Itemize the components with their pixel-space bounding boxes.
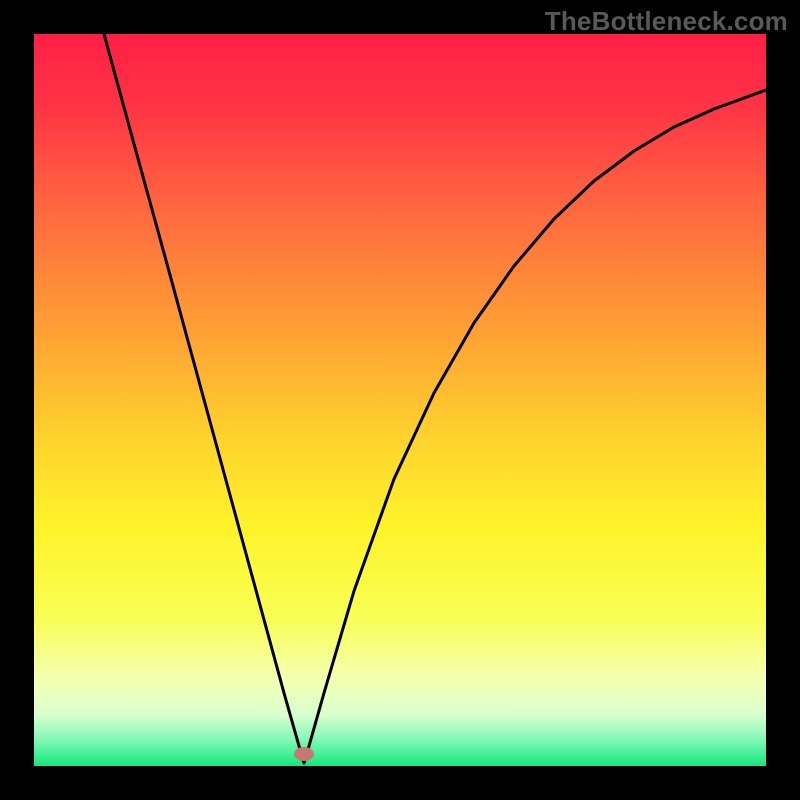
watermark-text: TheBottleneck.com [545, 6, 788, 37]
minimum-marker [294, 747, 314, 761]
plot-svg [34, 34, 766, 766]
plot-area [34, 34, 766, 766]
gradient-background [34, 34, 766, 766]
chart-frame: TheBottleneck.com [0, 0, 800, 800]
